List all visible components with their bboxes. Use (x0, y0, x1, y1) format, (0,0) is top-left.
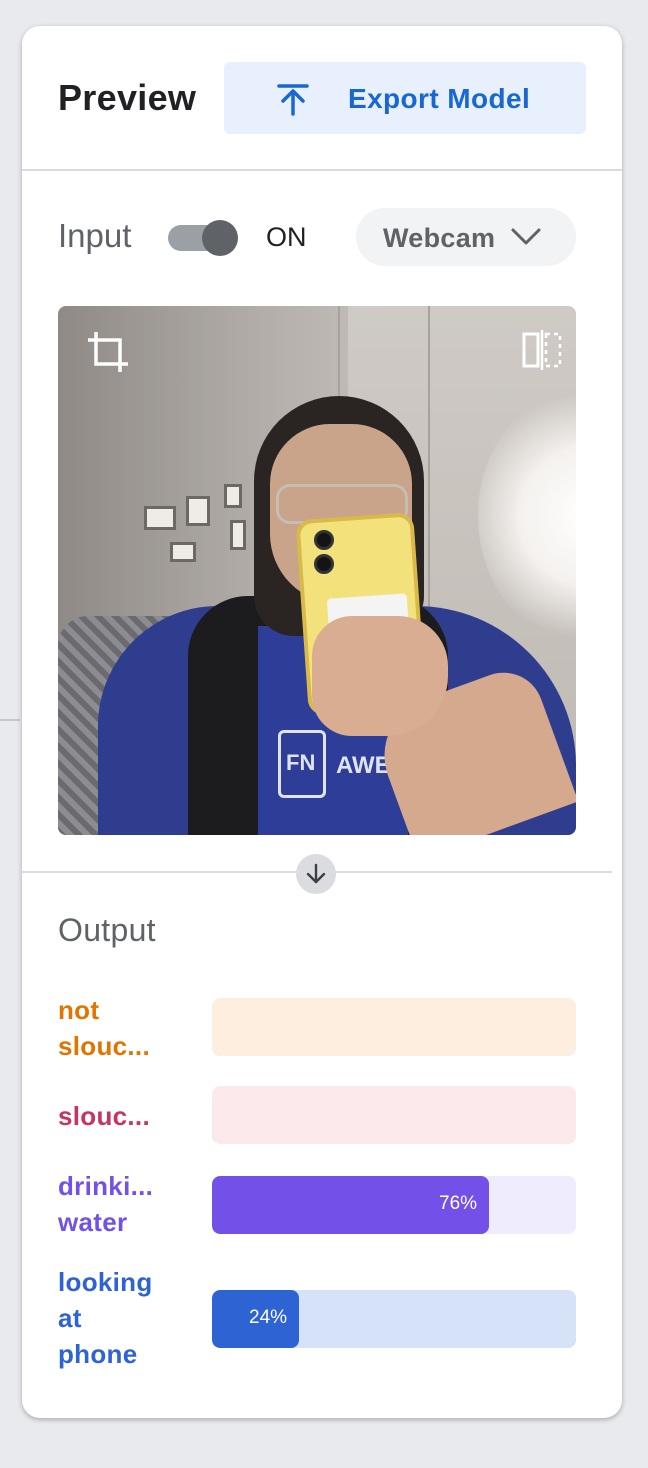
input-toggle[interactable] (168, 220, 240, 256)
wall-photo (170, 542, 196, 562)
class-label: drinki... water (58, 1168, 153, 1240)
class-label-line: slouc... (58, 1031, 150, 1061)
flip-horizontal-icon[interactable] (520, 328, 564, 372)
class-label: looking at phone (58, 1264, 153, 1372)
class-label-line: looking (58, 1267, 153, 1297)
class-label-line: water (58, 1207, 128, 1237)
confidence-bar: 76% (212, 1176, 576, 1234)
input-row: Input ON Webcam (22, 208, 622, 268)
confidence-bar (212, 1086, 576, 1144)
person-hand (312, 616, 448, 736)
input-source-dropdown[interactable]: Webcam (356, 208, 576, 266)
class-label-line: at (58, 1303, 82, 1333)
wall-photo (186, 496, 210, 526)
webcam-preview: FN AWES (58, 306, 576, 835)
upload-arrow-icon (277, 84, 309, 116)
preview-panel: Preview Export Model Input ON Webcam FN … (22, 26, 622, 1418)
export-model-button[interactable]: Export Model (224, 62, 586, 134)
class-label: slouc... (58, 1098, 150, 1134)
input-source-label: Webcam (383, 223, 496, 253)
class-label-line: slouc... (58, 1101, 150, 1131)
panel-title: Preview (58, 77, 197, 118)
arrow-down-icon (306, 863, 326, 884)
arrow-down-badge (296, 854, 336, 894)
wall-photo (224, 484, 242, 508)
confidence-percent: 76% (439, 1193, 478, 1214)
toggle-state-label: ON (266, 222, 307, 252)
wall-photo (230, 520, 246, 550)
class-label: not slouc... (58, 992, 150, 1064)
shirt-logo-text: FN (286, 750, 316, 775)
input-label: Input (58, 217, 132, 254)
confidence-percent: 24% (249, 1307, 288, 1328)
output-title: Output (58, 912, 156, 948)
class-label-line: not (58, 995, 100, 1025)
toggle-knob (202, 220, 238, 256)
crop-icon[interactable] (84, 328, 132, 376)
phone-camera (314, 530, 334, 550)
confidence-bar: 24% (212, 1290, 576, 1348)
connector-line (0, 719, 20, 721)
chevron-down-icon (511, 228, 541, 245)
export-model-label: Export Model (348, 83, 531, 114)
confidence-bar (212, 998, 576, 1056)
phone-camera (314, 554, 334, 574)
class-label-line: drinki... (58, 1171, 154, 1201)
class-label-line: phone (58, 1339, 138, 1369)
panel-header: Preview Export Model (22, 26, 622, 171)
wall-photo (144, 506, 176, 530)
